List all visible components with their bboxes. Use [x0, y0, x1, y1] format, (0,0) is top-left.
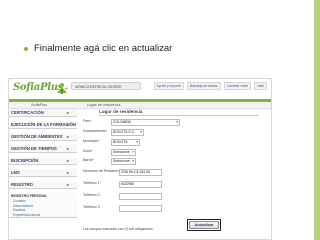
update-button[interactable]: Actualizar [189, 221, 219, 229]
sidebar-item-registro[interactable]: REGISTRO ▸ [9, 181, 77, 189]
sidebar-item-lms[interactable]: LMS ▸ [9, 169, 77, 177]
zona-select[interactable]: Seleccione [111, 149, 136, 156]
submenu-link-datos-basicos[interactable]: Datos básicos [13, 204, 33, 208]
logout-link[interactable]: Salir [254, 82, 267, 90]
bullet-dot-icon [24, 46, 28, 51]
sidebar-menu: CERTIFICACIÓN ▸ EJECUCIÓN DE LA FORMACIÓ… [9, 109, 77, 239]
task-tray-link[interactable]: Bandeja de tareas [187, 82, 221, 90]
pais-select[interactable]: COLOMBIA [111, 119, 180, 126]
arrow-right-icon: ▸ [67, 134, 70, 139]
departamento-select[interactable]: BOGOTÁ D.C. [111, 129, 144, 136]
field-label-telefono-2: Teléfono 2 [83, 193, 100, 197]
arrow-right-icon: ▸ [67, 182, 70, 187]
help-link[interactable]: Ayuda y soporte [153, 82, 184, 90]
user-name-pill: MÓNICA PATRICIA OSORIO [71, 82, 141, 90]
slide-bullet: Finalmente agá clic en actualizar [24, 40, 304, 56]
telefono-1-input[interactable]: 6422985 [119, 181, 162, 188]
field-label-direccion: Dirección de Residencia* [83, 169, 123, 173]
arrow-right-icon: ▸ [67, 146, 70, 151]
arrow-right-icon: ▸ [67, 110, 70, 115]
sidebar-item-label: CERTIFICACIÓN [11, 110, 44, 115]
top-links: Ayuda y soporte Bandeja de tareas Cambia… [153, 82, 267, 90]
app-header: SofiaPlus + MÓNICA PATRICIA OSORIO Ayuda… [9, 79, 271, 99]
app-screenshot: SofiaPlus + MÓNICA PATRICIA OSORIO Ayuda… [8, 78, 272, 240]
sidebar-item-certificacion[interactable]: CERTIFICACIÓN ▸ [9, 109, 77, 117]
sidebar-item-label: LMS [11, 170, 20, 175]
arrow-right-icon: ▸ [67, 122, 70, 127]
telefono-2-input[interactable] [119, 193, 162, 200]
sidebar-item-ejecucion[interactable]: EJECUCIÓN DE LA FORMACIÓN ▸ [9, 121, 77, 129]
sidebar-item-label: REGISTRO [11, 182, 33, 187]
sidebar-item-label: GESTIÓN DE AMBIENTES [11, 134, 63, 139]
required-fields-note: Los campos marcados con (*) son obligato… [83, 227, 153, 231]
field-label-telefono-1: Teléfono 1* [83, 181, 101, 185]
sub-header-bar: SofiaPlus Lugar de residencia [9, 102, 271, 109]
bullet-text: Finalmente agá clic en actualizar [34, 42, 173, 54]
subbar-app-name: SofiaPlus [31, 103, 48, 107]
slide-accent-bar [314, 0, 320, 240]
barrio-select[interactable]: Seleccione [111, 158, 136, 165]
form-divider [99, 115, 259, 116]
registro-submenu: REGISTRO PERSONA Contacto Datos básicos … [9, 193, 77, 218]
form-title: Lugar de residencia [99, 109, 143, 114]
municipio-select[interactable]: BOGOTÁ [111, 139, 140, 146]
field-label-barrio: Barrio* [83, 158, 94, 162]
sidebar-item-tiempos[interactable]: GESTIÓN DE TIEMPOS ▸ [9, 145, 77, 153]
sidebar-item-label: GESTIÓN DE TIEMPOS [11, 146, 57, 151]
sidebar-item-label: INSCRIPCIÓN [11, 158, 39, 163]
field-label-municipio: Municipio* [83, 139, 100, 143]
subbar-section: Lugar de residencia [87, 103, 121, 107]
field-label-zona: Zona* [83, 149, 93, 153]
field-label-departamento: Departamento* [83, 129, 108, 133]
change-password-link[interactable]: Cambiar clave [223, 82, 252, 90]
residence-form: Lugar de residencia País* COLOMBIA Depar… [81, 109, 267, 239]
sena-logo-icon [57, 83, 67, 94]
arrow-right-icon: ▸ [67, 158, 70, 163]
field-label-telefono-3: Teléfono 3 [83, 205, 100, 209]
sidebar-item-inscripcion[interactable]: INSCRIPCIÓN ▸ [9, 157, 77, 165]
submenu-link-experiencia[interactable]: Experiencia laboral [13, 213, 40, 217]
submenu-title: REGISTRO PERSONA [11, 194, 47, 198]
direccion-input[interactable]: CRA 96 # 8-184 56 [119, 169, 162, 176]
telefono-3-input[interactable] [119, 205, 162, 212]
submenu-link-estudios[interactable]: Estudios [13, 208, 25, 212]
submenu-link-contacto[interactable]: Contacto [13, 199, 26, 203]
sidebar-item-ambientes[interactable]: GESTIÓN DE AMBIENTES ▸ [9, 133, 77, 141]
arrow-right-icon: ▸ [67, 170, 70, 175]
field-label-pais: País* [83, 119, 92, 123]
